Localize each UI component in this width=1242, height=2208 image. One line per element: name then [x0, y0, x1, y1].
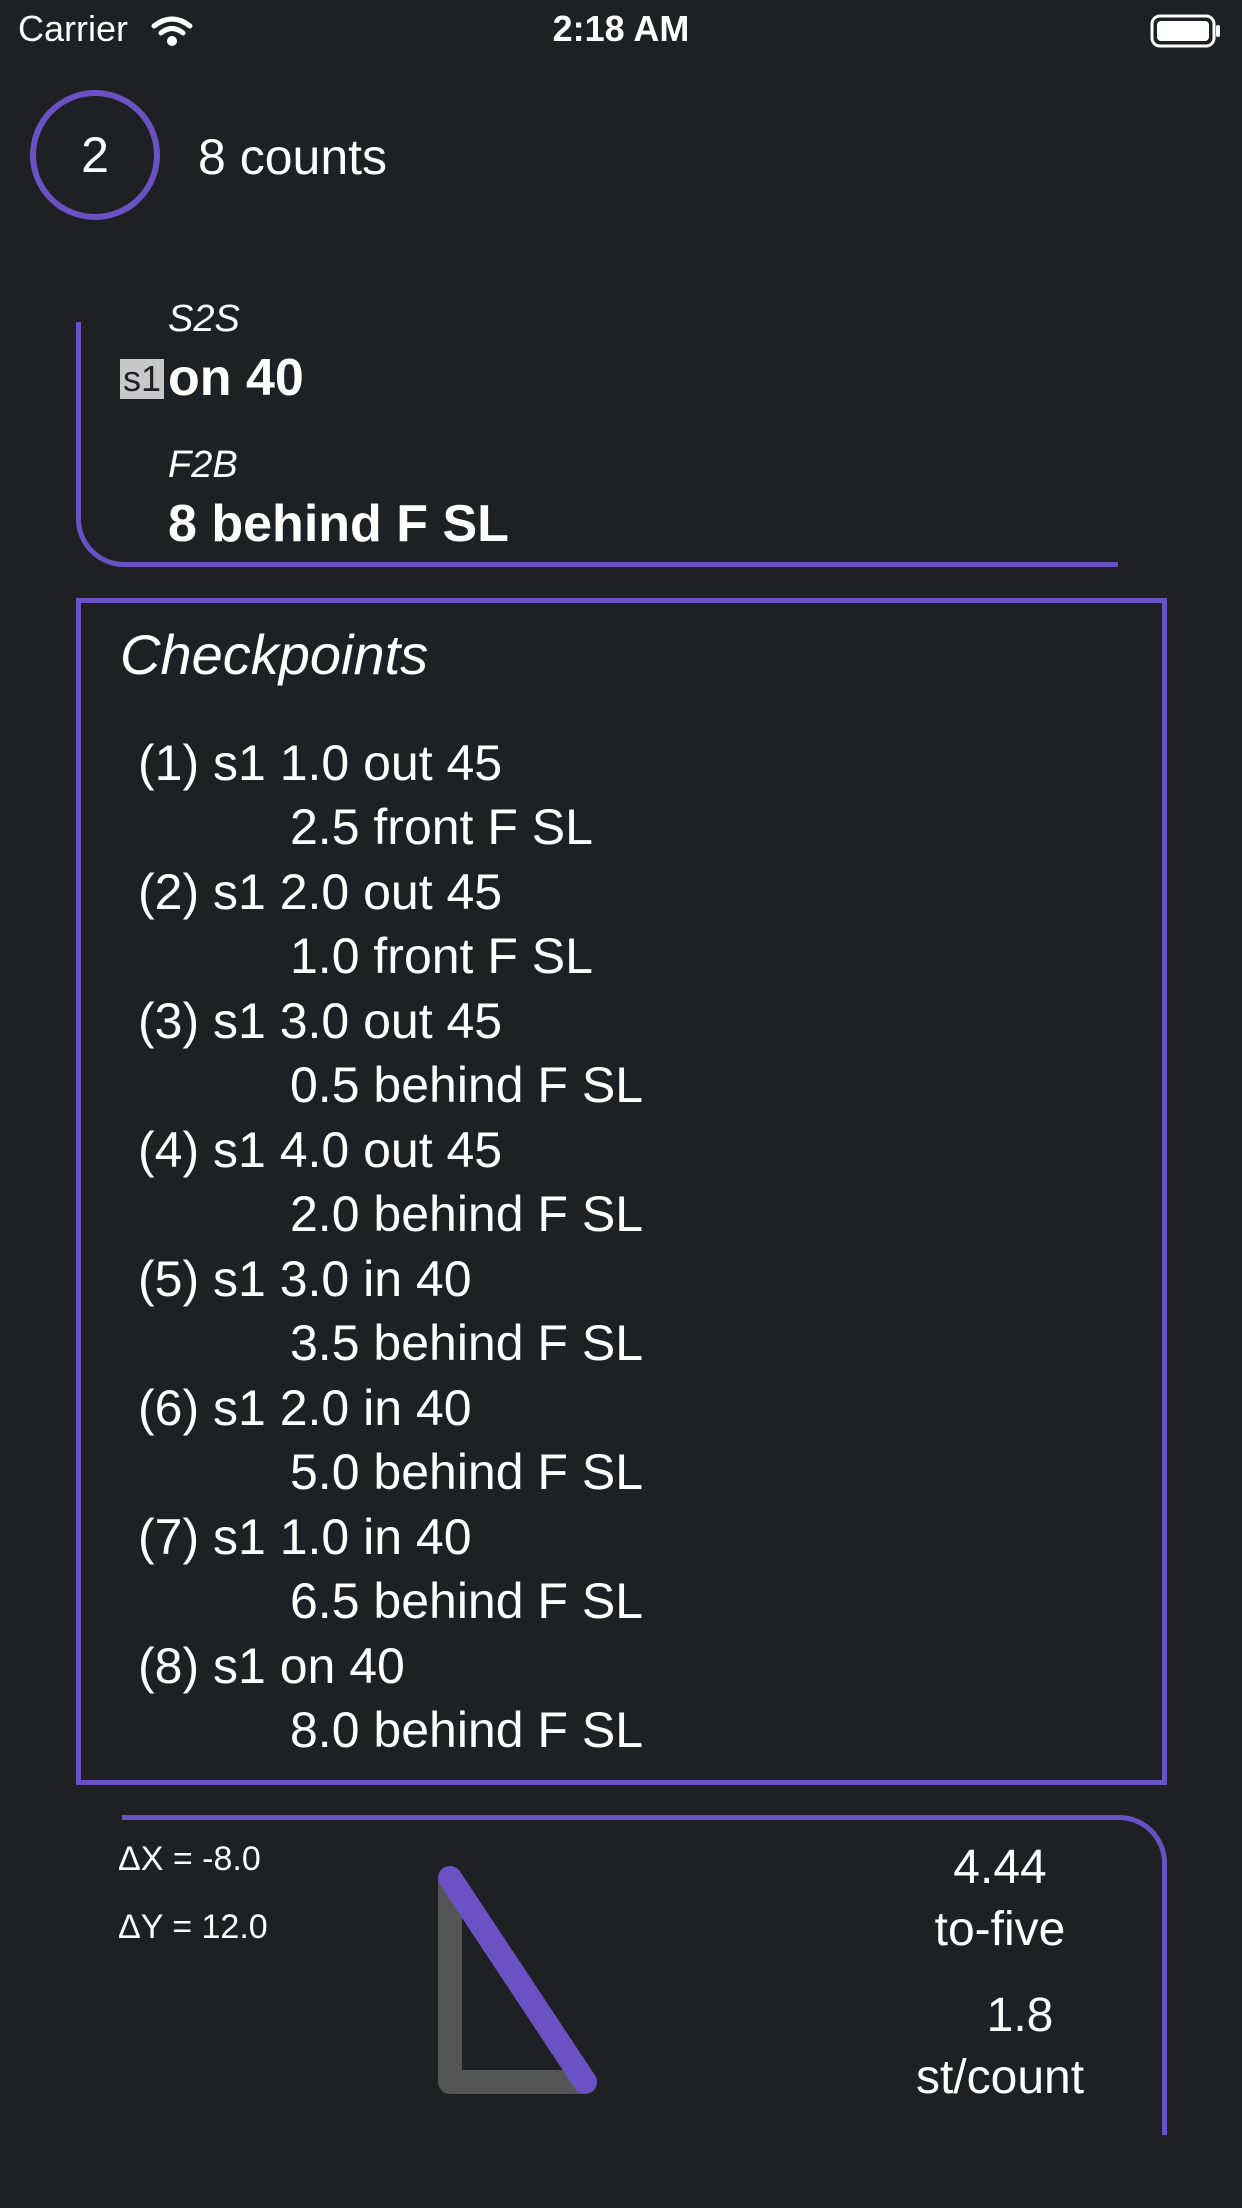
checkpoint-s2s: (1) s1 1.0 out 45	[138, 735, 503, 791]
f2b-value: 8 behind F SL	[168, 495, 509, 553]
checkpoint-item: (5) s1 3.0 in 40 3.5 behind F SL	[138, 1250, 1038, 1379]
checkpoint-item: (7) s1 1.0 in 40 6.5 behind F SL	[138, 1508, 1038, 1637]
checkpoint-s2s: (6) s1 2.0 in 40	[138, 1380, 472, 1436]
checkpoint-s2s: (2) s1 2.0 out 45	[138, 864, 503, 920]
checkpoint-s2s: (5) s1 3.0 in 40	[138, 1251, 472, 1307]
steps-per-count-label: st/count	[915, 2051, 1085, 2104]
delta-x-label: ΔX = -8.0	[118, 1840, 261, 1878]
counts-label: 8 counts	[198, 129, 388, 185]
checkpoint-f2b: 2.5 front F SL	[290, 799, 593, 855]
checkpoint-f2b: 2.0 behind F SL	[290, 1186, 644, 1242]
checkpoint-s2s: (7) s1 1.0 in 40	[138, 1509, 472, 1565]
checkpoint-f2b: 8.0 behind F SL	[290, 1702, 644, 1758]
checkpoint-item: (8) s1 on 40 8.0 behind F SL	[138, 1637, 1038, 1766]
checkpoint-s2s: (4) s1 4.0 out 45	[138, 1122, 503, 1178]
checkpoint-item: (4) s1 4.0 out 45 2.0 behind F SL	[138, 1121, 1038, 1250]
checkpoint-s2s: (8) s1 on 40	[138, 1638, 405, 1694]
checkpoint-item: (3) s1 3.0 out 45 0.5 behind F SL	[138, 992, 1038, 1121]
s2s-caption: S2S	[168, 298, 240, 340]
to-five-value: 4.44	[953, 1841, 1047, 1894]
checkpoint-item: (2) s1 2.0 out 45 1.0 front F SL	[138, 863, 1038, 992]
f2b-caption: F2B	[168, 444, 238, 486]
set-number: 2	[81, 127, 109, 183]
checkpoint-f2b: 6.5 behind F SL	[290, 1573, 644, 1629]
checkpoints-title: Checkpoints	[120, 623, 429, 686]
checkpoint-f2b: 5.0 behind F SL	[290, 1444, 644, 1500]
status-time: 2:18 AM	[552, 8, 690, 49]
steps-per-count-value: 1.8	[986, 1989, 1054, 2042]
checkpoint-s2s: (3) s1 3.0 out 45	[138, 993, 503, 1049]
checkpoints-list: (1) s1 1.0 out 45 2.5 front F SL (2) s1 …	[138, 734, 1038, 1766]
s2s-value: on 40	[168, 349, 304, 407]
to-five-label: to-five	[934, 1903, 1066, 1956]
set-number-badge[interactable]: 2	[30, 90, 160, 220]
checkpoint-f2b: 3.5 behind F SL	[290, 1315, 644, 1371]
checkpoint-item: (6) s1 2.0 in 40 5.0 behind F SL	[138, 1379, 1038, 1508]
checkpoint-f2b: 1.0 front F SL	[290, 928, 593, 984]
checkpoint-f2b: 0.5 behind F SL	[290, 1057, 644, 1113]
checkpoint-item: (1) s1 1.0 out 45 2.5 front F SL	[138, 734, 1038, 863]
delta-y-label: ΔY = 12.0	[118, 1908, 268, 1946]
battery-full-icon	[1150, 14, 1220, 48]
side-tag[interactable]: s1	[120, 359, 165, 399]
step-triangle-graphic	[438, 1866, 597, 2094]
